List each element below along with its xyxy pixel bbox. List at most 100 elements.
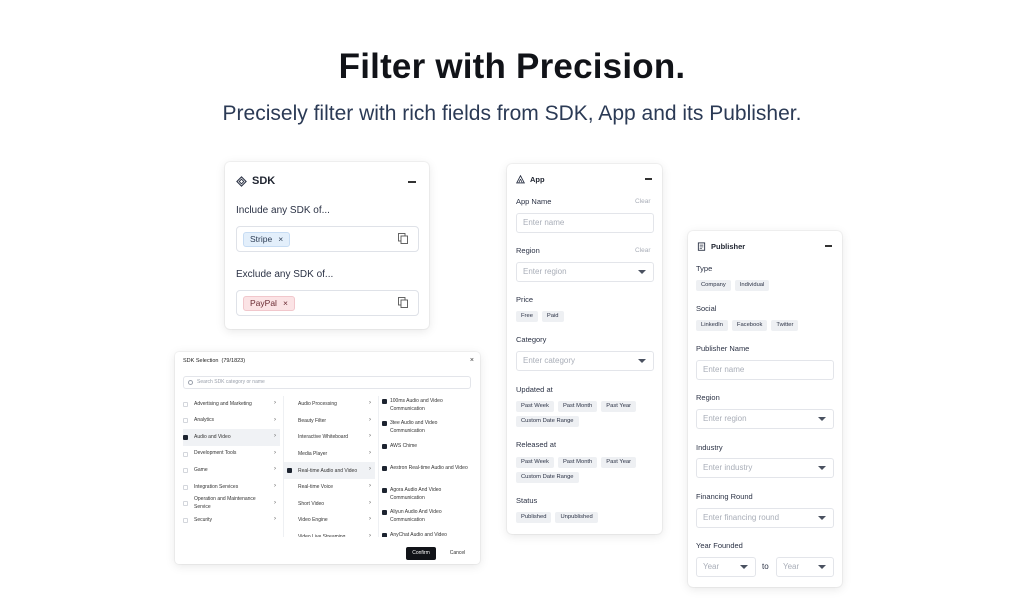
category-item[interactable]: Audio and Video › (183, 429, 280, 446)
sdk-item[interactable]: Aliyun Audio And Video Communication (379, 507, 472, 529)
updated-at-label: Updated at (516, 385, 553, 394)
financing-round-placeholder: Enter financing round (703, 513, 780, 522)
category-item[interactable]: Operation and Maintenance Service › (183, 496, 280, 513)
exclude-tag-label: PayPal (250, 298, 277, 308)
sdk-item-label: AWS Chime (390, 442, 418, 449)
price-chip[interactable]: Paid (541, 311, 564, 322)
clear-app-name-link[interactable]: Clear (635, 198, 651, 205)
close-icon[interactable]: × (470, 357, 474, 364)
include-tag-label: Stripe (250, 234, 273, 244)
financing-round-label: Financing Round (696, 492, 753, 501)
category-item-label: Operation and Maintenance Service (194, 496, 256, 510)
checkbox[interactable] (183, 418, 188, 424)
checkbox[interactable] (183, 451, 188, 457)
subcategory-item[interactable]: Video Live Streaming › (284, 529, 375, 537)
checkbox[interactable] (183, 434, 188, 440)
chevron-right-icon: › (369, 499, 371, 506)
publisher-name-input[interactable]: Enter name (696, 360, 834, 380)
sdk-item[interactable]: 3tee Audio and Video Communication (379, 418, 472, 440)
include-sdk-field[interactable]: Stripe × (236, 226, 419, 252)
subcategory-item[interactable]: Interactive Whiteboard › (284, 429, 375, 446)
sdk-search-input[interactable]: Search SDK category or name (183, 376, 471, 389)
chevron-right-icon: › (274, 499, 276, 506)
checkbox[interactable] (382, 399, 387, 404)
checkbox[interactable] (183, 501, 188, 507)
subcategory-item[interactable]: Media Player › (284, 446, 375, 463)
category-item[interactable]: Security › (183, 512, 280, 529)
checkbox[interactable] (183, 484, 188, 490)
checkbox[interactable] (382, 443, 387, 449)
remove-tag-icon[interactable]: × (278, 232, 283, 247)
remove-tag-icon[interactable]: × (283, 296, 288, 311)
exclude-sdk-field[interactable]: PayPal × (236, 290, 419, 316)
publisher-region-select[interactable]: Enter region (696, 409, 834, 429)
subcategory-item[interactable]: Video Engine › (284, 512, 375, 529)
updated-at-chip[interactable]: Past Week (516, 401, 554, 412)
subcategory-item[interactable]: Short Video › (284, 496, 375, 513)
category-item[interactable]: Development Tools › (183, 446, 280, 463)
type-chip[interactable]: Company (696, 280, 731, 291)
sdk-item[interactable]: 100ms Audio and Video Communication (379, 396, 472, 418)
subcategory-item[interactable]: Audio Processing › (284, 396, 375, 413)
subcategory-item[interactable]: Real-time Audio and Video › (284, 462, 375, 479)
checkbox[interactable] (183, 468, 188, 474)
category-item[interactable]: Game › (183, 462, 280, 479)
clear-region-link[interactable]: Clear (635, 247, 651, 254)
released-at-chip[interactable]: Past Month (557, 457, 598, 468)
sdk-item[interactable]: AWS Chime (379, 441, 472, 463)
subcategory-item-label: Video Engine (298, 517, 328, 524)
copy-icon[interactable] (398, 233, 408, 244)
financing-round-select[interactable]: Enter financing round (696, 508, 834, 528)
chevron-down-icon (818, 417, 826, 421)
app-region-label: Region (516, 246, 540, 255)
category-select[interactable]: Enter category (516, 351, 654, 371)
updated-at-chip[interactable]: Past Year (601, 401, 637, 412)
status-chip[interactable]: Published (516, 512, 552, 523)
social-chip[interactable]: LinkedIn (696, 320, 728, 331)
subcategory-item[interactable]: Beauty Filter › (284, 413, 375, 430)
checkbox[interactable] (382, 488, 387, 494)
collapse-sdk-icon[interactable] (408, 181, 416, 183)
app-region-select[interactable]: Enter region (516, 262, 654, 282)
subcategory-item[interactable]: Real-time Voice › (284, 479, 375, 496)
type-label: Type (696, 264, 713, 273)
subcategory-item-label: Short Video (298, 500, 325, 507)
sdk-item[interactable]: Agora Audio And Video Communication (379, 485, 472, 507)
sdk-item[interactable]: Aestron Real-time Audio and Video (379, 463, 472, 485)
released-custom-range-chip[interactable]: Custom Date Range (516, 472, 579, 483)
updated-at-chip[interactable]: Past Month (557, 401, 598, 412)
collapse-publisher-icon[interactable] (825, 245, 832, 247)
updated-custom-range-chip[interactable]: Custom Date Range (516, 416, 579, 427)
checkbox[interactable] (382, 465, 387, 471)
publisher-name-label: Publisher Name (696, 344, 750, 353)
checkbox[interactable] (382, 532, 387, 537)
collapse-app-icon[interactable] (645, 178, 652, 180)
checkbox[interactable] (183, 401, 188, 407)
released-at-chip[interactable]: Past Week (516, 457, 554, 468)
copy-icon[interactable] (398, 297, 408, 308)
checkbox[interactable] (287, 468, 292, 474)
checkbox[interactable] (183, 517, 188, 523)
price-chip[interactable]: Free (516, 311, 538, 322)
cancel-button[interactable]: Cancel (445, 547, 470, 560)
app-name-input[interactable]: Enter name (516, 213, 654, 233)
chevron-right-icon: › (369, 400, 371, 406)
page-title: Filter with Precision. (338, 47, 686, 86)
year-from-select[interactable]: Year (696, 557, 756, 577)
confirm-button[interactable]: Confirm (406, 547, 436, 560)
category-item[interactable]: Analytics › (183, 413, 280, 430)
subcategory-item-label: Real-time Audio and Video (298, 467, 358, 474)
checkbox[interactable] (382, 510, 387, 516)
checkbox[interactable] (382, 421, 387, 427)
sdk-item[interactable]: AnyChat Audio and Video Communication (379, 530, 472, 537)
social-chip[interactable]: Facebook (731, 320, 768, 331)
type-chip[interactable]: Individual (734, 280, 770, 291)
released-at-options: Past Week Past Month Past Year (516, 457, 637, 468)
released-at-chip[interactable]: Past Year (601, 457, 637, 468)
year-to-select[interactable]: Year (776, 557, 834, 577)
category-item[interactable]: Advertising and Marketing › (183, 396, 280, 413)
status-chip[interactable]: Unpublished (555, 512, 598, 523)
social-chip[interactable]: Twitter (771, 320, 799, 331)
category-item[interactable]: Integration Services › (183, 479, 280, 496)
industry-select[interactable]: Enter industry (696, 458, 834, 478)
